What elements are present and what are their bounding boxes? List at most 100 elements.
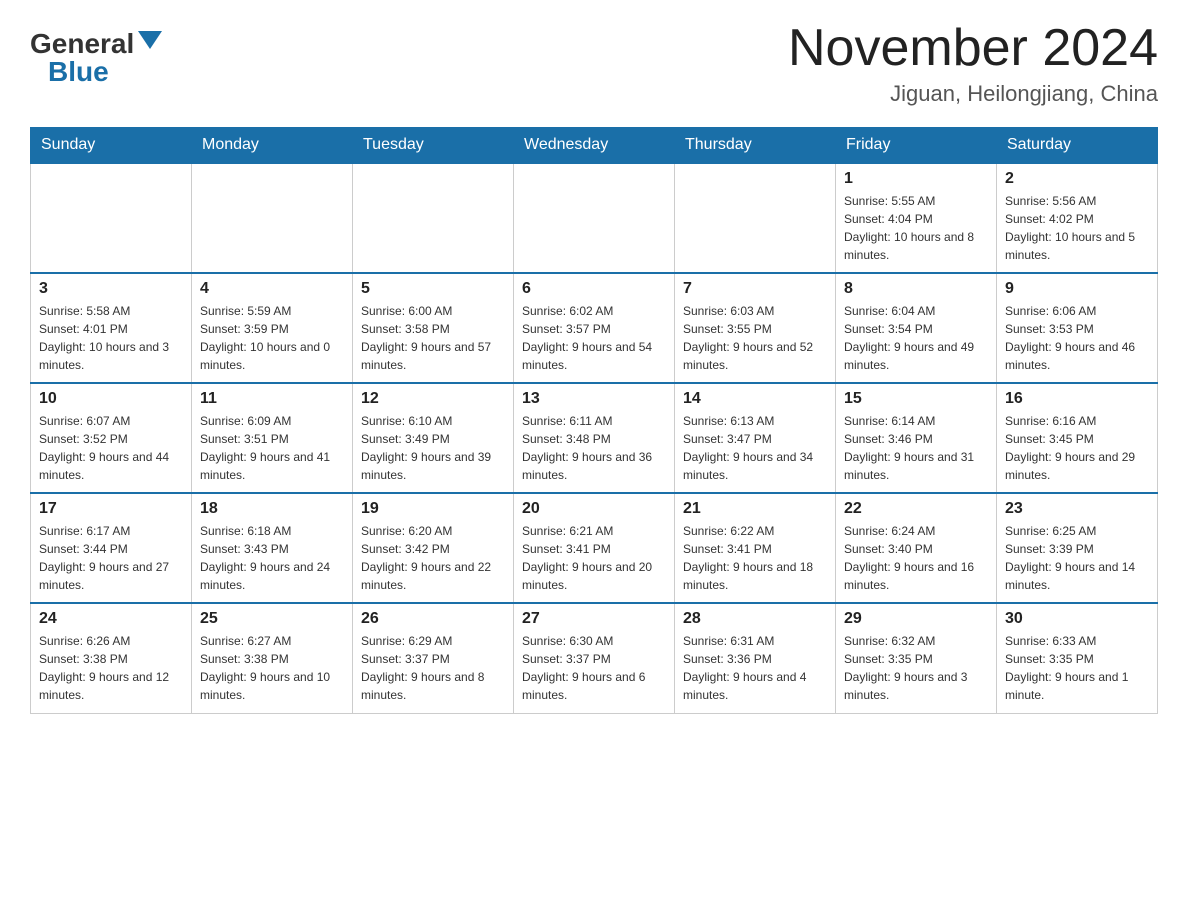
day-cell: 19 Sunrise: 6:20 AMSunset: 3:42 PMDayligh…: [353, 493, 514, 603]
week-row: 17 Sunrise: 6:17 AMSunset: 3:44 PMDayligh…: [31, 493, 1158, 603]
day-detail: Sunrise: 6:13 AMSunset: 3:47 PMDaylight:…: [683, 412, 827, 484]
day-detail: Sunrise: 6:04 AMSunset: 3:54 PMDaylight:…: [844, 302, 988, 374]
day-number: 25: [200, 610, 344, 628]
day-number: 21: [683, 500, 827, 518]
day-cell: 16 Sunrise: 6:16 AMSunset: 3:45 PMDayligh…: [997, 383, 1158, 493]
day-detail: Sunrise: 6:25 AMSunset: 3:39 PMDaylight:…: [1005, 522, 1149, 594]
day-number: 30: [1005, 610, 1149, 628]
day-number: 26: [361, 610, 505, 628]
week-row: 1 Sunrise: 5:55 AMSunset: 4:04 PMDaylight…: [31, 163, 1158, 273]
day-number: 1: [844, 170, 988, 188]
day-cell: 9 Sunrise: 6:06 AMSunset: 3:53 PMDaylight…: [997, 273, 1158, 383]
day-detail: Sunrise: 6:07 AMSunset: 3:52 PMDaylight:…: [39, 412, 183, 484]
day-cell: 4Sunrise: 5:59 AMSunset: 3:59 PMDaylight…: [192, 273, 353, 383]
logo-triangle-icon: [138, 31, 162, 49]
day-cell: 29 Sunrise: 6:32 AMSunset: 3:35 PMDayligh…: [836, 603, 997, 713]
day-number: 19: [361, 500, 505, 518]
day-detail: Sunrise: 6:21 AMSunset: 3:41 PMDaylight:…: [522, 522, 666, 594]
day-number: 22: [844, 500, 988, 518]
day-detail: Sunrise: 5:59 AMSunset: 3:59 PMDaylight:…: [200, 302, 344, 374]
day-cell: 12 Sunrise: 6:10 AMSunset: 3:49 PMDayligh…: [353, 383, 514, 493]
day-detail: Sunrise: 6:11 AMSunset: 3:48 PMDaylight:…: [522, 412, 666, 484]
day-cell: 3 Sunrise: 5:58 AMSunset: 4:01 PMDaylight…: [31, 273, 192, 383]
day-detail: Sunrise: 6:09 AMSunset: 3:51 PMDaylight:…: [200, 412, 344, 484]
day-detail: Sunrise: 6:00 AMSunset: 3:58 PMDaylight:…: [361, 302, 505, 374]
day-number: 12: [361, 390, 505, 408]
logo-blue-text: Blue: [48, 58, 109, 86]
day-detail: Sunrise: 6:16 AMSunset: 3:45 PMDaylight:…: [1005, 412, 1149, 484]
day-number: 23: [1005, 500, 1149, 518]
day-number: 10: [39, 390, 183, 408]
day-cell: 5 Sunrise: 6:00 AMSunset: 3:58 PMDaylight…: [353, 273, 514, 383]
day-cell: 6 Sunrise: 6:02 AMSunset: 3:57 PMDaylight…: [514, 273, 675, 383]
day-detail: Sunrise: 6:33 AMSunset: 3:35 PMDaylight:…: [1005, 632, 1149, 704]
day-cell: [514, 163, 675, 273]
day-detail: Sunrise: 6:17 AMSunset: 3:44 PMDaylight:…: [39, 522, 183, 594]
day-number: 5: [361, 280, 505, 298]
day-cell: 1 Sunrise: 5:55 AMSunset: 4:04 PMDaylight…: [836, 163, 997, 273]
day-of-week-header: Monday: [192, 128, 353, 164]
day-number: 6: [522, 280, 666, 298]
day-cell: 27 Sunrise: 6:30 AMSunset: 3:37 PMDayligh…: [514, 603, 675, 713]
day-cell: [675, 163, 836, 273]
day-number: 27: [522, 610, 666, 628]
day-number: 9: [1005, 280, 1149, 298]
day-cell: 22 Sunrise: 6:24 AMSunset: 3:40 PMDayligh…: [836, 493, 997, 603]
day-number: 3: [39, 280, 183, 298]
day-cell: 20 Sunrise: 6:21 AMSunset: 3:41 PMDayligh…: [514, 493, 675, 603]
day-cell: 11 Sunrise: 6:09 AMSunset: 3:51 PMDayligh…: [192, 383, 353, 493]
day-detail: Sunrise: 6:20 AMSunset: 3:42 PMDaylight:…: [361, 522, 505, 594]
day-cell: 18 Sunrise: 6:18 AMSunset: 3:43 PMDayligh…: [192, 493, 353, 603]
day-of-week-header: Friday: [836, 128, 997, 164]
week-row: 3 Sunrise: 5:58 AMSunset: 4:01 PMDaylight…: [31, 273, 1158, 383]
day-number: 15: [844, 390, 988, 408]
day-number: 24: [39, 610, 183, 628]
day-detail: Sunrise: 6:24 AMSunset: 3:40 PMDaylight:…: [844, 522, 988, 594]
day-cell: 7 Sunrise: 6:03 AMSunset: 3:55 PMDaylight…: [675, 273, 836, 383]
day-detail: Sunrise: 6:14 AMSunset: 3:46 PMDaylight:…: [844, 412, 988, 484]
week-row: 10 Sunrise: 6:07 AMSunset: 3:52 PMDayligh…: [31, 383, 1158, 493]
day-number: 7: [683, 280, 827, 298]
day-detail: Sunrise: 6:03 AMSunset: 3:55 PMDaylight:…: [683, 302, 827, 374]
day-detail: Sunrise: 6:10 AMSunset: 3:49 PMDaylight:…: [361, 412, 505, 484]
day-number: 16: [1005, 390, 1149, 408]
day-detail: Sunrise: 6:27 AMSunset: 3:38 PMDaylight:…: [200, 632, 344, 704]
day-number: 11: [200, 390, 344, 408]
day-cell: 28Sunrise: 6:31 AMSunset: 3:36 PMDayligh…: [675, 603, 836, 713]
day-detail: Sunrise: 6:32 AMSunset: 3:35 PMDaylight:…: [844, 632, 988, 704]
day-of-week-header: Saturday: [997, 128, 1158, 164]
logo: General Blue: [30, 20, 162, 86]
day-of-week-header: Wednesday: [514, 128, 675, 164]
day-cell: 8Sunrise: 6:04 AMSunset: 3:54 PMDaylight…: [836, 273, 997, 383]
day-detail: Sunrise: 6:02 AMSunset: 3:57 PMDaylight:…: [522, 302, 666, 374]
day-cell: 10 Sunrise: 6:07 AMSunset: 3:52 PMDayligh…: [31, 383, 192, 493]
day-number: 18: [200, 500, 344, 518]
day-detail: Sunrise: 6:06 AMSunset: 3:53 PMDaylight:…: [1005, 302, 1149, 374]
day-detail: Sunrise: 5:56 AMSunset: 4:02 PMDaylight:…: [1005, 192, 1149, 264]
day-cell: 15 Sunrise: 6:14 AMSunset: 3:46 PMDayligh…: [836, 383, 997, 493]
day-number: 17: [39, 500, 183, 518]
logo-general-text: General: [30, 30, 134, 58]
day-number: 29: [844, 610, 988, 628]
title-area: November 2024 Jiguan, Heilongjiang, Chin…: [788, 20, 1158, 107]
day-cell: [353, 163, 514, 273]
day-detail: Sunrise: 5:58 AMSunset: 4:01 PMDaylight:…: [39, 302, 183, 374]
header: General Blue November 2024 Jiguan, Heilo…: [30, 20, 1158, 107]
day-cell: 24 Sunrise: 6:26 AMSunset: 3:38 PMDayligh…: [31, 603, 192, 713]
day-detail: Sunrise: 5:55 AMSunset: 4:04 PMDaylight:…: [844, 192, 988, 264]
day-number: 20: [522, 500, 666, 518]
day-number: 14: [683, 390, 827, 408]
day-detail: Sunrise: 6:30 AMSunset: 3:37 PMDaylight:…: [522, 632, 666, 704]
day-cell: 14 Sunrise: 6:13 AMSunset: 3:47 PMDayligh…: [675, 383, 836, 493]
day-detail: Sunrise: 6:18 AMSunset: 3:43 PMDaylight:…: [200, 522, 344, 594]
header-row: SundayMondayTuesdayWednesdayThursdayFrid…: [31, 128, 1158, 164]
day-cell: [31, 163, 192, 273]
day-detail: Sunrise: 6:26 AMSunset: 3:38 PMDaylight:…: [39, 632, 183, 704]
day-detail: Sunrise: 6:29 AMSunset: 3:37 PMDaylight:…: [361, 632, 505, 704]
day-cell: 13Sunrise: 6:11 AMSunset: 3:48 PMDayligh…: [514, 383, 675, 493]
day-of-week-header: Sunday: [31, 128, 192, 164]
day-cell: [192, 163, 353, 273]
day-cell: 23 Sunrise: 6:25 AMSunset: 3:39 PMDayligh…: [997, 493, 1158, 603]
day-cell: 17 Sunrise: 6:17 AMSunset: 3:44 PMDayligh…: [31, 493, 192, 603]
day-cell: 30 Sunrise: 6:33 AMSunset: 3:35 PMDayligh…: [997, 603, 1158, 713]
